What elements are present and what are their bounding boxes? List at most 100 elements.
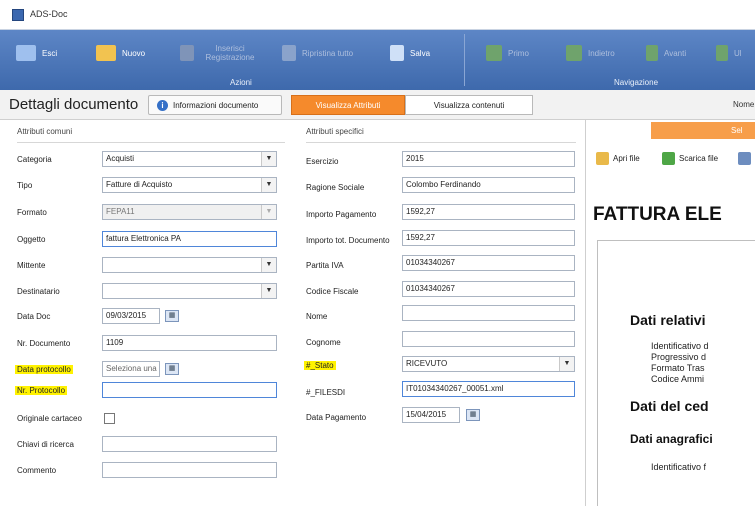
last-arrow-icon <box>716 45 728 61</box>
document-info-button[interactable]: i Informazioni documento <box>148 95 282 115</box>
navigation-group-label: Navigazione <box>614 78 659 87</box>
document-heading: FATTURA ELE <box>593 204 722 225</box>
new-button[interactable]: Nuovo <box>96 38 145 68</box>
subject-field[interactable]: fattura Elettronica PA <box>102 231 277 247</box>
print-icon <box>738 152 751 165</box>
company-name-field[interactable]: Colombo Ferdinando <box>402 177 575 193</box>
vat-number-field[interactable]: 01034340267 <box>402 255 575 271</box>
save-icon <box>390 45 404 61</box>
doc-date-field[interactable]: 09/03/2015 <box>102 308 160 324</box>
last-name-field[interactable] <box>402 331 575 347</box>
specific-header-divider <box>306 142 576 143</box>
restore-icon <box>282 45 296 61</box>
sender-label: Mittente <box>17 261 46 270</box>
new-document-icon <box>96 45 116 61</box>
protocol-date-label: Data protocollo <box>15 365 73 374</box>
document-section-title: Dati del ced <box>630 398 709 414</box>
tax-code-label: Codice Fiscale <box>306 287 359 296</box>
calendar-icon[interactable]: ▦ <box>165 363 179 375</box>
type-label: Tipo <box>17 181 33 190</box>
protocol-number-field[interactable] <box>102 382 277 398</box>
document-line: Identificativo f <box>651 462 707 472</box>
restore-all-button[interactable]: Ripristina tutto <box>282 38 353 68</box>
payment-date-field[interactable]: 15/04/2015 <box>402 407 460 423</box>
payment-date-label: Data Pagamento <box>306 413 367 422</box>
print-button[interactable] <box>738 152 755 165</box>
payment-amount-field[interactable]: 1592,27 <box>402 204 575 220</box>
format-label: Formato <box>17 208 47 217</box>
download-file-button[interactable]: Scarica file <box>662 152 718 165</box>
type-select[interactable]: Fatture di Acquisto ▼ <box>102 177 277 193</box>
document-section-title: Dati anagrafici <box>630 432 713 446</box>
chevron-down-icon: ▼ <box>261 152 276 166</box>
search-keys-field[interactable] <box>102 436 277 452</box>
insert-registration-button[interactable]: Inserisci Registrazione <box>180 38 260 68</box>
first-button[interactable]: Primo <box>486 38 529 68</box>
exit-button[interactable]: Esci <box>16 38 57 68</box>
chevron-down-icon: ▼ <box>261 205 276 219</box>
tab-view-attributes[interactable]: Visualizza Attributi <box>291 95 405 115</box>
total-amount-field[interactable]: 1592,27 <box>402 230 575 246</box>
actions-group-label: Azioni <box>230 78 252 87</box>
vat-number-label: Partita IVA <box>306 261 344 270</box>
payment-amount-label: Importo Pagamento <box>306 210 377 219</box>
comment-label: Commento <box>17 466 57 475</box>
page-title: Dettagli documento <box>9 96 139 113</box>
recipient-select[interactable]: ▼ <box>102 283 277 299</box>
comment-field[interactable] <box>102 462 277 478</box>
register-icon <box>180 45 194 61</box>
status-label: #_Stato <box>304 361 336 370</box>
fiscal-year-field[interactable]: 2015 <box>402 151 575 167</box>
back-arrow-icon <box>566 45 582 61</box>
sdi-file-field[interactable]: IT01034340267_00051.xml <box>402 381 575 397</box>
sender-select[interactable]: ▼ <box>102 257 277 273</box>
document-section-title: Dati relativi <box>630 312 706 328</box>
app-icon <box>12 9 24 21</box>
open-file-button[interactable]: Apri file <box>596 152 640 165</box>
calendar-icon[interactable]: ▦ <box>165 310 179 322</box>
paper-original-label: Originale cartaceo <box>17 414 82 423</box>
subject-label: Oggetto <box>17 235 46 244</box>
common-header-divider <box>17 142 285 143</box>
preview-select-bar[interactable]: Sel <box>651 122 755 139</box>
save-button[interactable]: Salva <box>390 38 430 68</box>
last-button[interactable]: Ul <box>716 38 742 68</box>
title-bar: ADS-Doc <box>0 0 755 30</box>
name-label: Nome <box>733 100 755 109</box>
tax-code-field[interactable]: 01034340267 <box>402 281 575 297</box>
calendar-icon[interactable]: ▦ <box>466 409 480 421</box>
first-name-field[interactable] <box>402 305 575 321</box>
document-line: Formato Tras <box>651 363 705 373</box>
folder-icon <box>596 152 609 165</box>
common-attributes-header: Attributi comuni <box>17 127 73 136</box>
forward-button[interactable]: Avanti <box>646 38 686 68</box>
chevron-down-icon: ▼ <box>261 258 276 272</box>
protocol-date-field[interactable]: Seleziona una <box>102 361 160 377</box>
ribbon-separator <box>464 34 465 86</box>
back-button[interactable]: Indietro <box>566 38 615 68</box>
tab-view-contents[interactable]: Visualizza contenuti <box>405 95 533 115</box>
search-keys-label: Chiavi di ricerca <box>17 440 74 449</box>
specific-attributes-header: Attributi specifici <box>306 127 364 136</box>
paper-original-checkbox[interactable] <box>104 413 115 424</box>
format-select[interactable]: FEPA11 ▼ <box>102 204 277 220</box>
category-label: Categoria <box>17 155 52 164</box>
document-line: Codice Ammi <box>651 374 705 384</box>
first-arrow-icon <box>486 45 502 61</box>
document-line: Progressivo d <box>651 352 707 362</box>
window-title: ADS-Doc <box>30 9 68 19</box>
exit-icon <box>16 45 36 61</box>
doc-date-label: Data Doc <box>17 312 51 321</box>
total-amount-label: Importo tot. Documento <box>306 236 390 245</box>
chevron-down-icon: ▼ <box>261 284 276 298</box>
sdi-file-label: #_FILESDI <box>306 388 346 397</box>
tab-row: Dettagli documento i Informazioni docume… <box>0 90 755 120</box>
fiscal-year-label: Esercizio <box>306 157 339 166</box>
category-select[interactable]: Acquisti ▼ <box>102 151 277 167</box>
doc-number-field[interactable]: 1109 <box>102 335 277 351</box>
status-select[interactable]: RICEVUTO ▼ <box>402 356 575 372</box>
protocol-number-label: Nr. Protocollo <box>15 386 68 395</box>
company-name-label: Ragione Sociale <box>306 183 365 192</box>
last-name-label: Cognome <box>306 338 341 347</box>
chevron-down-icon: ▼ <box>559 357 574 371</box>
